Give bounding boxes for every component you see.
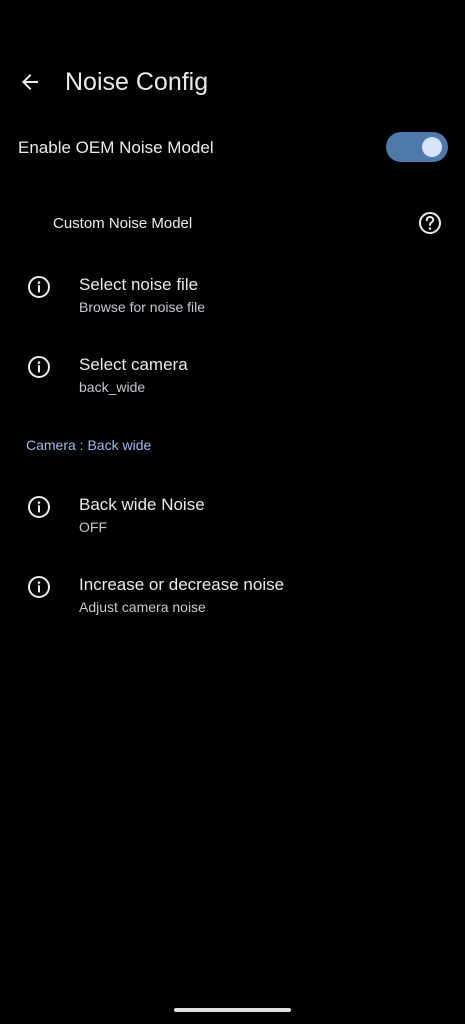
info-icon [28, 576, 50, 598]
back-wide-noise-item[interactable]: Back wide Noise OFF [0, 484, 465, 548]
info-icon [28, 356, 50, 378]
custom-noise-model-header: Custom Noise Model [0, 204, 465, 244]
help-circle-icon [419, 212, 441, 234]
select-noise-file-item[interactable]: Select noise file Browse for noise file [0, 264, 465, 328]
switch-thumb [422, 137, 442, 157]
back-wide-noise-title: Back wide Noise [79, 495, 205, 514]
select-noise-file-title: Select noise file [79, 275, 199, 294]
arrow-back-icon [22, 74, 38, 90]
back-wide-noise-summary: OFF [79, 519, 107, 535]
select-camera-title: Select camera [79, 355, 188, 374]
enable-oem-noise-model-switch[interactable] [386, 132, 448, 162]
app-bar: Noise Config [0, 56, 465, 108]
camera-category-label: Camera : Back wide [26, 437, 152, 453]
navigation-gesture-bar[interactable] [174, 1008, 291, 1012]
select-camera-item[interactable]: Select camera back_wide [0, 344, 465, 408]
adjust-noise-title: Increase or decrease noise [79, 575, 285, 594]
info-icon [28, 496, 50, 518]
info-icon [28, 276, 50, 298]
adjust-noise-summary: Adjust camera noise [79, 599, 206, 615]
page-title: Noise Config [65, 68, 209, 96]
select-camera-summary: back_wide [79, 379, 146, 395]
enable-oem-noise-model-row[interactable]: Enable OEM Noise Model [0, 122, 465, 174]
back-button[interactable] [10, 62, 50, 102]
select-noise-file-summary: Browse for noise file [79, 299, 206, 315]
section-title-custom-noise-model: Custom Noise Model [53, 215, 193, 232]
adjust-noise-item[interactable]: Increase or decrease noise Adjust camera… [0, 564, 465, 628]
help-button[interactable] [416, 209, 444, 237]
enable-oem-noise-model-label: Enable OEM Noise Model [18, 138, 214, 157]
